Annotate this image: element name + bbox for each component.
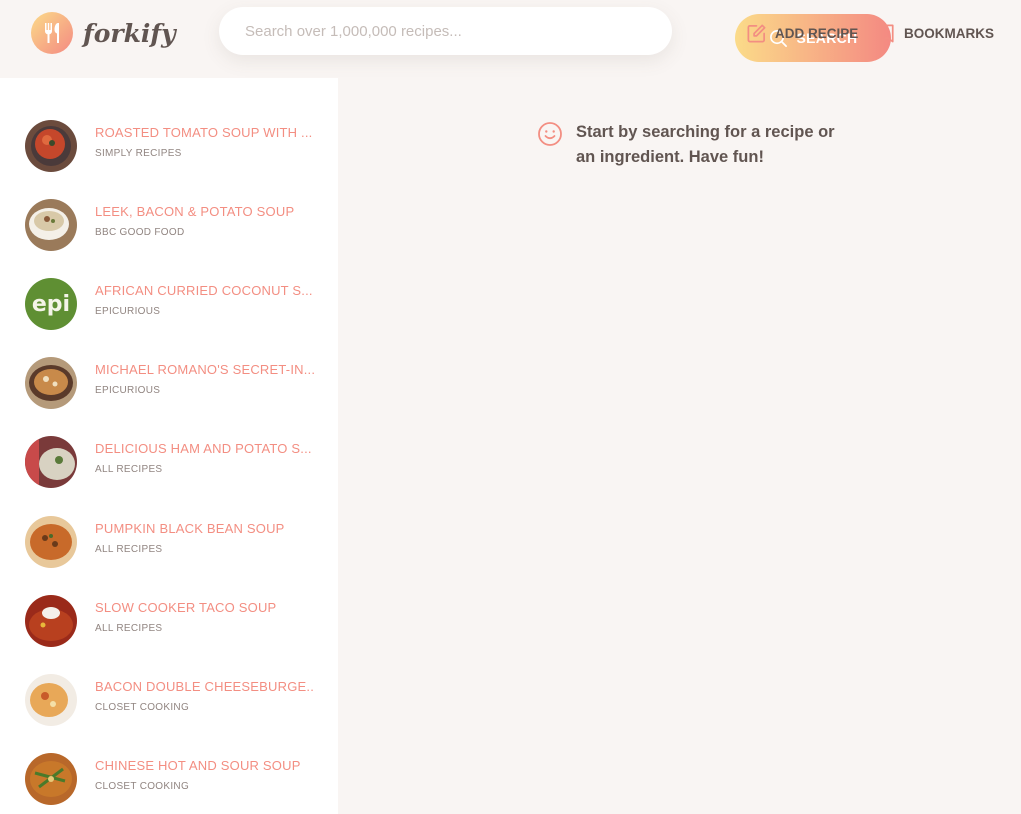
recipe-publisher: ALL RECIPES — [95, 623, 163, 634]
edit-icon — [747, 24, 766, 42]
search-input[interactable] — [245, 7, 515, 55]
result-item[interactable]: PUMPKIN BLACK BEAN SOUP ALL RECIPES — [0, 502, 338, 581]
result-item[interactable]: MICHAEL ROMANO'S SECRET-IN... EPICURIOUS — [0, 343, 338, 422]
recipe-thumbnail — [25, 753, 77, 805]
recipe-title: CHINESE HOT AND SOUR SOUP — [95, 758, 301, 773]
smile-icon — [538, 122, 562, 146]
bookmarks-button[interactable]: BOOKMARKS — [878, 21, 994, 45]
recipe-publisher: EPICURIOUS — [95, 306, 161, 317]
recipe-publisher: CLOSET COOKING — [95, 781, 190, 792]
recipe-publisher: EPICURIOUS — [95, 385, 161, 396]
recipe-publisher: ALL RECIPES — [95, 464, 163, 475]
recipe-title: DELICIOUS HAM AND POTATO S... — [95, 441, 312, 456]
recipe-thumbnail — [25, 595, 77, 647]
logo[interactable]: forkify — [31, 12, 176, 54]
recipe-thumbnail — [25, 357, 77, 409]
result-item[interactable]: CHINESE HOT AND SOUR SOUP CLOSET COOKING — [0, 739, 338, 814]
bookmarks-label: BOOKMARKS — [904, 25, 994, 41]
recipe-publisher: CLOSET COOKING — [95, 702, 190, 713]
add-recipe-label: ADD RECIPE — [775, 25, 859, 41]
recipe-thumbnail — [25, 674, 77, 726]
recipe-title: SLOW COOKER TACO SOUP — [95, 600, 277, 615]
recipe-title: PUMPKIN BLACK BEAN SOUP — [95, 521, 285, 536]
search-results: ROASTED TOMATO SOUP WITH ... SIMPLY RECI… — [0, 78, 338, 814]
recipe-title: LEEK, BACON & POTATO SOUP — [95, 204, 295, 219]
recipe-title: ROASTED TOMATO SOUP WITH ... — [95, 125, 313, 140]
add-recipe-button[interactable]: ADD RECIPE — [746, 21, 858, 45]
fork-knife-icon — [31, 12, 73, 54]
logo-text: forkify — [83, 18, 176, 48]
svg-text:epi: epi — [32, 292, 70, 317]
recipe-publisher: BBC GOOD FOOD — [95, 227, 185, 238]
result-item[interactable]: SLOW COOKER TACO SOUP ALL RECIPES — [0, 581, 338, 660]
recipe-thumbnail — [25, 199, 77, 251]
result-item[interactable]: LEEK, BACON & POTATO SOUP BBC GOOD FOOD — [0, 185, 338, 264]
recipe-thumbnail — [25, 516, 77, 568]
recipe-publisher: SIMPLY RECIPES — [95, 148, 182, 159]
search-bar: SEARCH — [219, 7, 891, 62]
recipe-title: BACON DOUBLE CHEESEBURGE... — [95, 679, 315, 694]
recipe-thumbnail — [25, 120, 77, 172]
recipe-title: MICHAEL ROMANO'S SECRET-IN... — [95, 362, 315, 377]
recipe-title: AFRICAN CURRIED COCONUT S... — [95, 283, 313, 298]
result-item[interactable]: DELICIOUS HAM AND POTATO S... ALL RECIPE… — [0, 422, 338, 501]
result-item[interactable]: epi AFRICAN CURRIED COCONUT S... EPICURI… — [0, 264, 338, 343]
result-item[interactable]: BACON DOUBLE CHEESEBURGE... CLOSET COOKI… — [0, 660, 338, 739]
start-message: Start by searching for a recipe or an in… — [537, 121, 857, 170]
recipe-publisher: ALL RECIPES — [95, 544, 163, 555]
result-item[interactable]: ROASTED TOMATO SOUP WITH ... SIMPLY RECI… — [0, 106, 338, 185]
recipe-thumbnail — [25, 436, 77, 488]
recipe-thumbnail: epi — [25, 278, 77, 330]
message-text: Start by searching for a recipe or an in… — [576, 123, 835, 166]
bookmark-icon — [880, 24, 894, 42]
header: forkify SEARCH ADD RECIPE BOOKMARKS — [0, 0, 1021, 78]
